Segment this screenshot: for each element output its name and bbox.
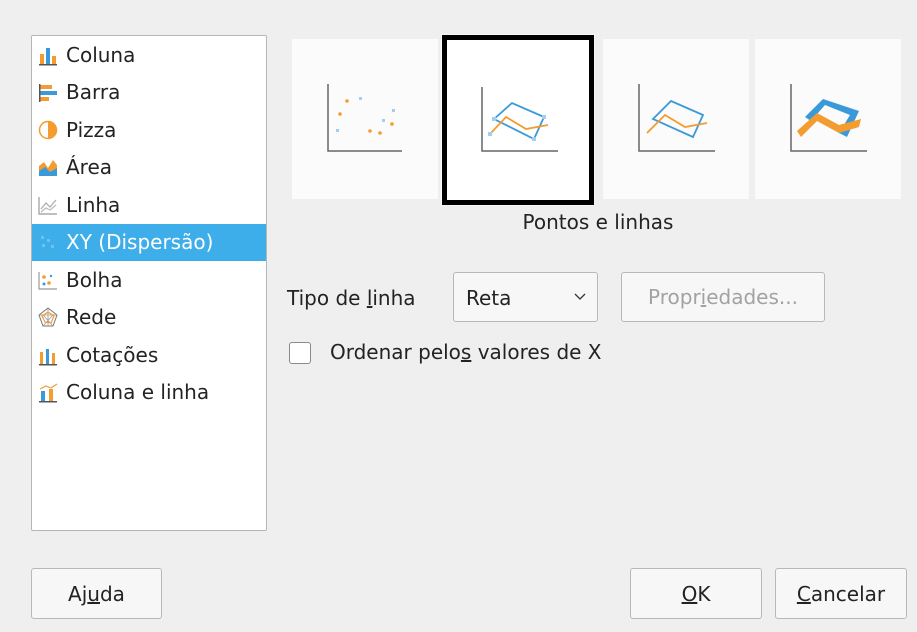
chart-type-label: Pizza xyxy=(66,117,117,142)
net-chart-icon xyxy=(38,307,58,327)
chart-type-label: Rede xyxy=(66,305,117,330)
scatter-points-icon xyxy=(327,84,402,152)
scatter-3d-lines-icon xyxy=(790,84,867,152)
bubble-chart-icon xyxy=(38,271,57,290)
chart-type-label: Barra xyxy=(66,80,121,105)
properties-button[interactable]: Propr i edades... xyxy=(621,272,825,322)
variant-3d-lines[interactable] xyxy=(755,39,901,199)
chart-type-column[interactable]: Coluna xyxy=(32,36,266,74)
chart-type-column-line[interactable]: Coluna e linha xyxy=(32,374,266,412)
chart-type-label: XY (Dispersão) xyxy=(66,230,214,255)
line-type-label: Tipo de linha xyxy=(287,286,416,310)
line-type-value: Reta xyxy=(466,286,512,310)
chart-type-line[interactable]: Linha xyxy=(32,186,266,224)
ok-button[interactable]: OK xyxy=(630,568,762,619)
chart-type-stock[interactable]: Cotações xyxy=(32,336,266,374)
chart-type-label: Coluna xyxy=(66,42,136,67)
sort-by-x-label: Ordenar pelos valores de X xyxy=(330,340,602,364)
chart-type-xy-scatter[interactable]: XY (Dispersão) xyxy=(32,223,266,261)
scatter-points-lines-icon xyxy=(481,87,558,152)
variant-points-only[interactable] xyxy=(292,39,438,199)
variant-points-and-lines[interactable] xyxy=(441,34,595,206)
chart-type-bar[interactable]: Barra xyxy=(32,74,266,112)
variant-lines-only[interactable] xyxy=(603,39,749,199)
stock-chart-icon xyxy=(39,348,57,366)
pie-chart-icon xyxy=(38,120,58,139)
chart-type-label: Linha xyxy=(66,192,121,217)
chart-type-label: Cotações xyxy=(66,342,159,367)
sort-by-x-checkbox[interactable] xyxy=(289,342,311,364)
bar-chart-icon xyxy=(39,84,57,103)
chart-type-net[interactable]: Rede xyxy=(32,299,266,337)
variant-label: Pontos e linhas xyxy=(522,210,674,234)
chart-type-label: Coluna e linha xyxy=(66,380,210,405)
chart-type-label: Área xyxy=(66,155,113,180)
chart-type-list[interactable]: Coluna Barra Pizza Área Linha XY (Disper… xyxy=(31,35,267,531)
scatter-chart-icon xyxy=(41,236,54,249)
cancel-button[interactable]: Cancelar xyxy=(775,568,907,619)
scatter-lines-icon xyxy=(638,84,715,152)
chart-type-label: Bolha xyxy=(66,267,123,292)
column-chart-icon xyxy=(39,47,57,66)
help-button[interactable]: Aj u da xyxy=(31,568,162,619)
line-chart-icon xyxy=(38,196,57,215)
chart-type-pie[interactable]: Pizza xyxy=(32,111,266,149)
chevron-down-icon xyxy=(574,293,586,300)
chart-type-area[interactable]: Área xyxy=(32,149,266,187)
column-line-chart-icon xyxy=(39,383,58,403)
area-chart-icon xyxy=(39,160,57,177)
line-type-select[interactable]: Reta xyxy=(453,272,598,322)
chart-type-bubble[interactable]: Bolha xyxy=(32,261,266,299)
